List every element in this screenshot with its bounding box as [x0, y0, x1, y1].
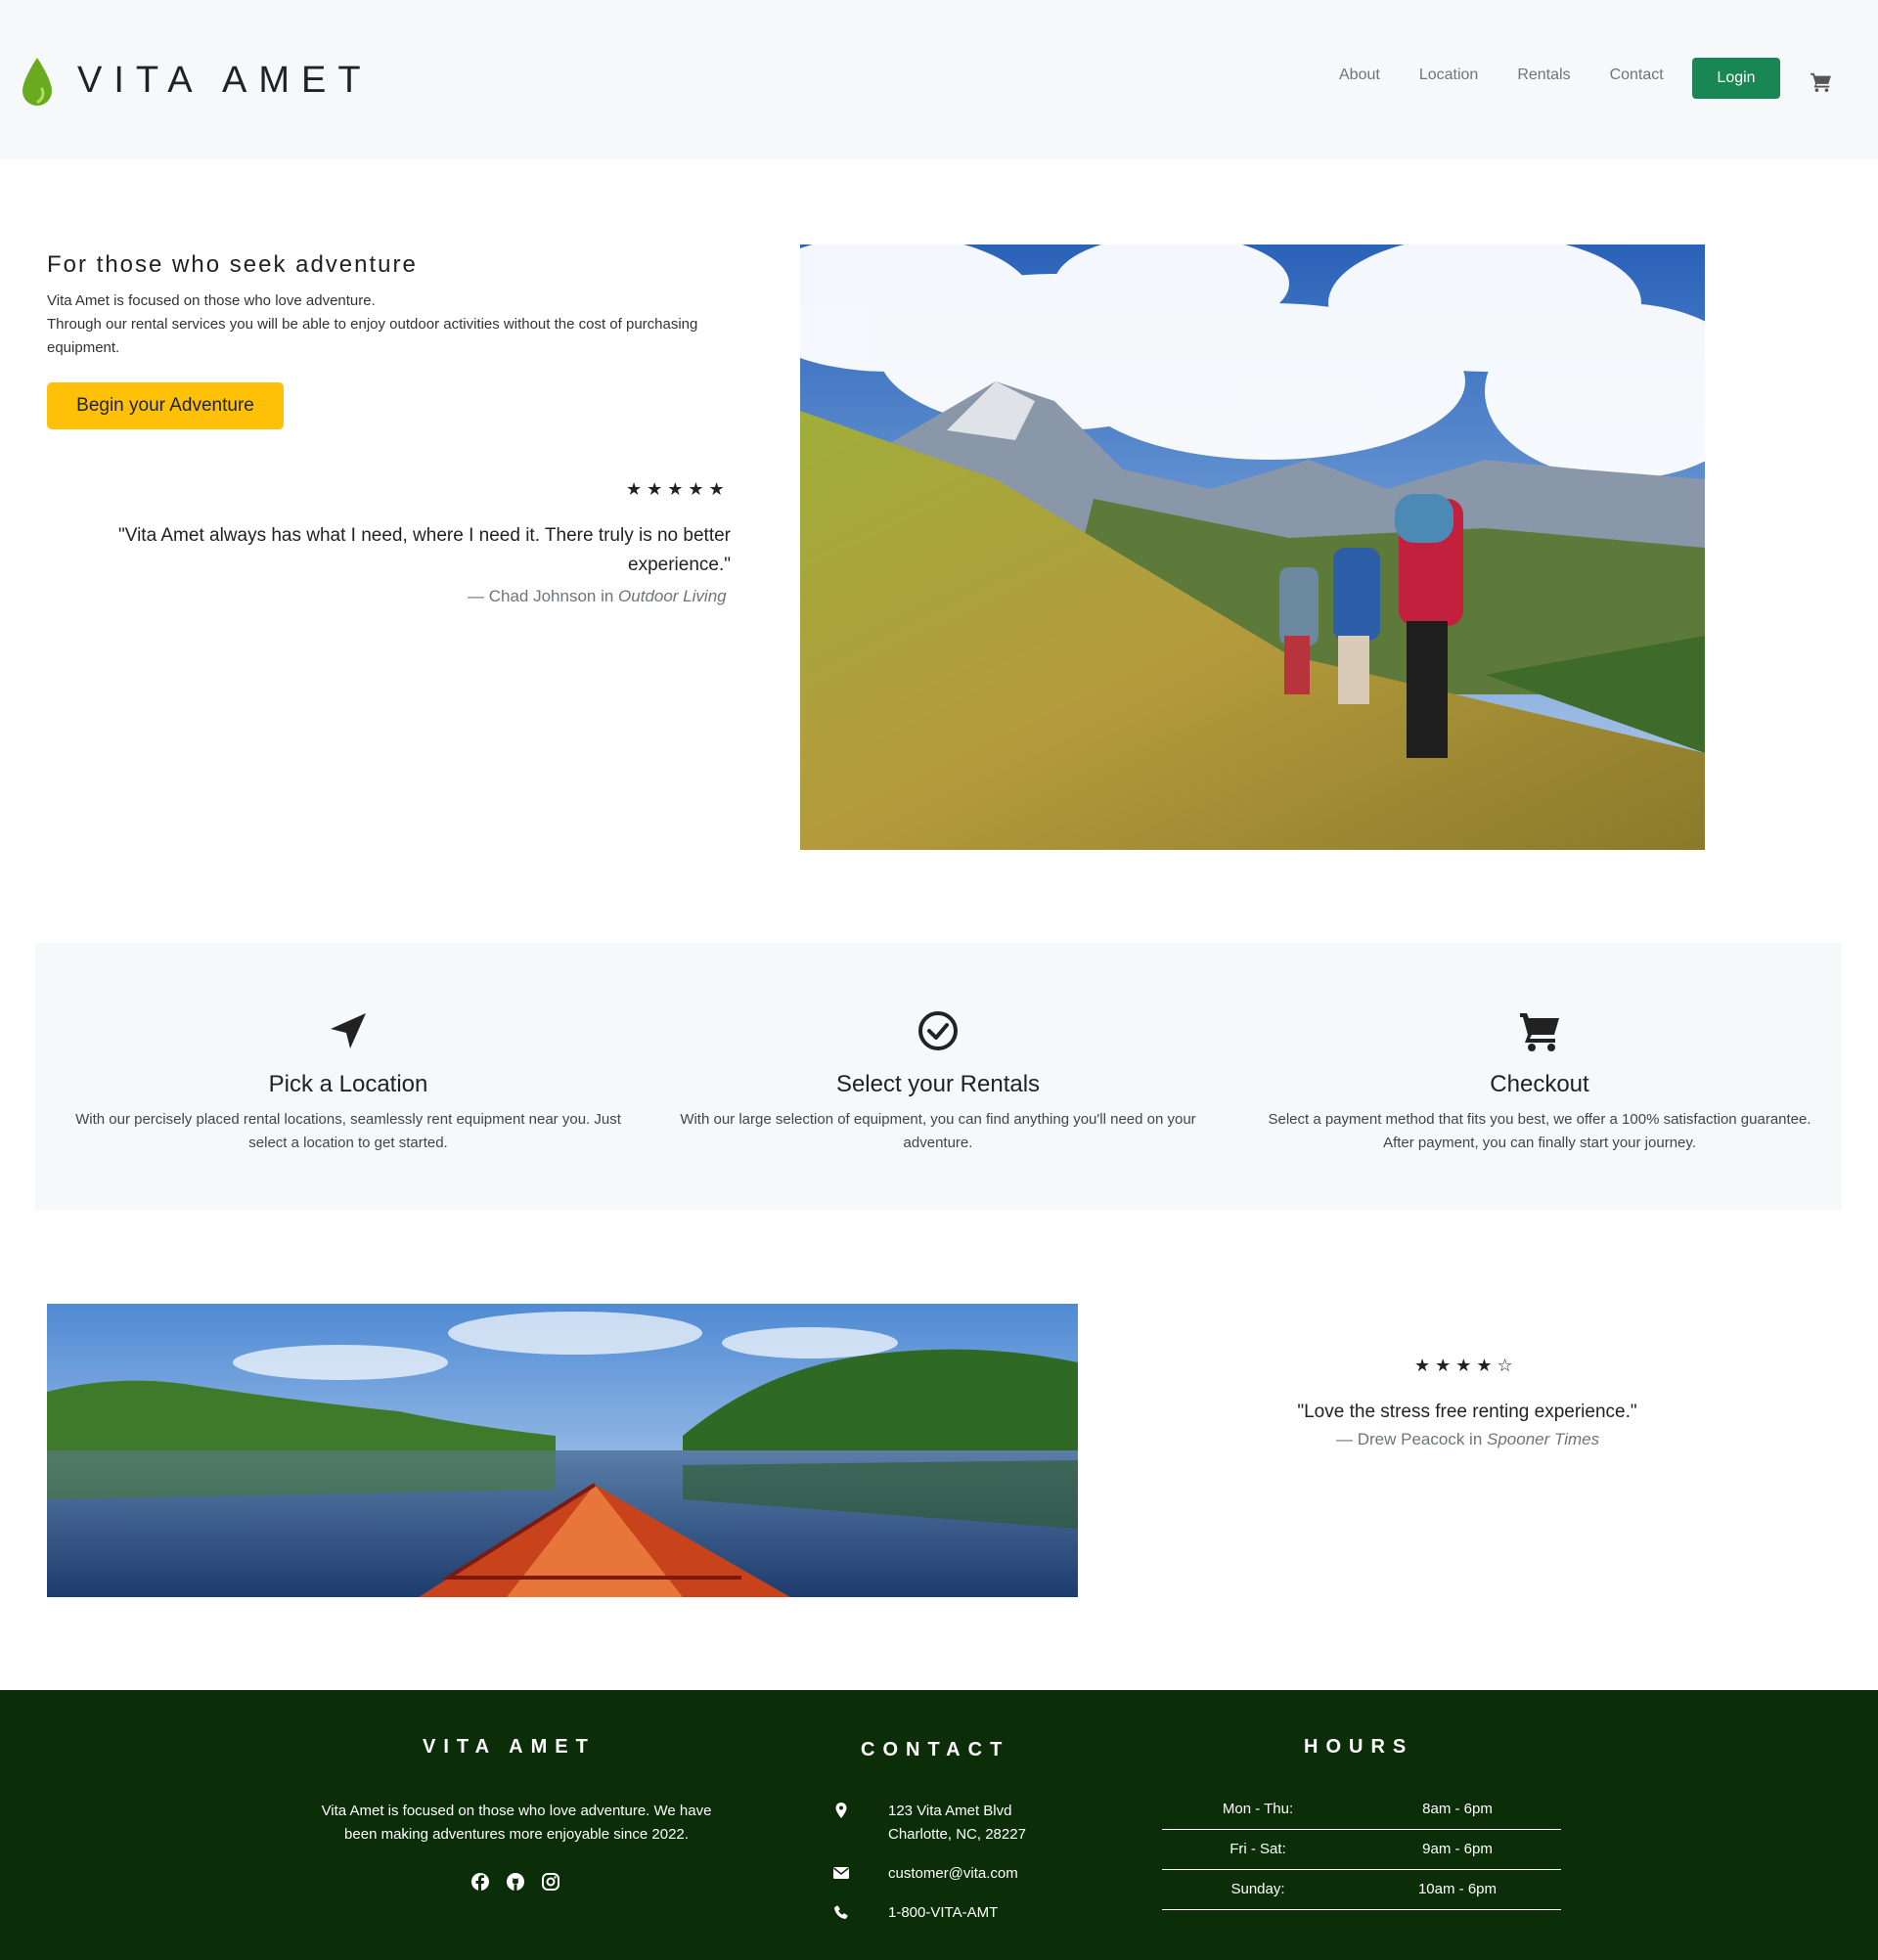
hours-day: Mon - Thu: — [1222, 1801, 1294, 1817]
map-pin-icon — [835, 1803, 847, 1818]
hero-description: Vita Amet is focused on those who love a… — [47, 290, 761, 360]
nav-link-rentals[interactable]: Rentals — [1517, 67, 1570, 84]
check-circle-icon — [918, 1011, 958, 1050]
mountain-hikers-image — [800, 245, 1705, 850]
hours-heading: HOURS — [1304, 1736, 1414, 1758]
phone-link[interactable]: 1-800-VITA-AMT — [888, 1901, 998, 1925]
contact-heading: CONTACT — [861, 1739, 1010, 1760]
testimonial-author: — Drew Peacock in — [1336, 1430, 1487, 1448]
hours-table: Mon - Thu: 8am - 6pm Fri - Sat: 9am - 6p… — [1162, 1790, 1561, 1910]
hours-row: Sunday: 10am - 6pm — [1162, 1870, 1561, 1910]
step-description: With our large selection of equipment, y… — [680, 1111, 1196, 1151]
hero-line-1: Vita Amet is focused on those who love a… — [47, 292, 376, 309]
instagram-icon[interactable] — [541, 1872, 560, 1892]
brand[interactable]: VITA AMET — [19, 56, 361, 111]
email-link[interactable]: customer@vita.com — [888, 1862, 1018, 1886]
social-links — [470, 1872, 576, 1892]
begin-adventure-button[interactable]: Begin your Adventure — [47, 382, 284, 429]
location-arrow-icon — [331, 1013, 366, 1048]
facebook-icon[interactable] — [470, 1872, 490, 1892]
steps-section: Pick a Location With our percisely place… — [35, 943, 1842, 1210]
nav-links: About Location Rentals Contact — [1339, 67, 1703, 84]
water-drop-logo-icon — [22, 58, 52, 106]
brand-name: VITA AMET — [77, 60, 373, 101]
nav-link-about[interactable]: About — [1339, 67, 1380, 84]
testimonial-source: Spooner Times — [1487, 1430, 1600, 1448]
hours-day: Sunday: — [1230, 1881, 1285, 1897]
rating-stars: ★★★★★ — [626, 479, 730, 499]
testimonial-author: — Chad Johnson in — [468, 587, 619, 605]
step-title: Pick a Location — [268, 1071, 428, 1097]
envelope-icon — [833, 1867, 849, 1879]
step-title: Checkout — [1490, 1071, 1589, 1097]
hours-row: Fri - Sat: 9am - 6pm — [1162, 1830, 1561, 1870]
hero-title: For those who seek adventure — [47, 251, 418, 278]
footer-brand: VITA AMET — [423, 1736, 596, 1758]
rating-stars: ★★★★☆ — [1414, 1356, 1518, 1375]
address-text: 123 Vita Amet Blvd Charlotte, NC, 28227 — [888, 1800, 1026, 1847]
phone-icon — [834, 1905, 848, 1919]
address-line-1: 123 Vita Amet Blvd — [888, 1803, 1012, 1819]
testimonial-quote: "Love the stress free renting experience… — [1297, 1402, 1637, 1422]
footer: VITA AMET Vita Amet is focused on those … — [0, 1690, 1878, 1960]
login-button[interactable]: Login — [1692, 58, 1780, 99]
testimonial-source: Outdoor Living — [618, 587, 727, 605]
nav-link-contact[interactable]: Contact — [1610, 67, 1664, 84]
footer-about: Vita Amet is focused on those who love a… — [321, 1803, 712, 1843]
address-line-2: Charlotte, NC, 28227 — [888, 1826, 1026, 1843]
nav-link-location[interactable]: Location — [1419, 67, 1479, 84]
hours-row: Mon - Thu: 8am - 6pm — [1162, 1790, 1561, 1830]
cart-icon — [1520, 1013, 1559, 1051]
testimonial-cite: — Drew Peacock in Spooner Times — [1336, 1430, 1599, 1449]
hero-line-2: Through our rental services you will be … — [47, 316, 698, 356]
hours-day: Fri - Sat: — [1230, 1841, 1286, 1857]
testimonial-quote: "Vita Amet always has what I need, where… — [118, 525, 731, 575]
contact-phone: 1-800-VITA-AMT — [833, 1901, 998, 1921]
github-icon[interactable] — [506, 1872, 525, 1892]
contact-address: 123 Vita Amet Blvd Charlotte, NC, 28227 — [833, 1800, 1026, 1847]
cart-icon[interactable] — [1811, 72, 1832, 92]
kayak-lake-image — [47, 1304, 1078, 1597]
step-title: Select your Rentals — [835, 1071, 1041, 1097]
step-description: Select a payment method that fits you be… — [1268, 1111, 1811, 1151]
testimonial-cite: — Chad Johnson in Outdoor Living — [468, 587, 727, 606]
step-description: With our percisely placed rental locatio… — [75, 1111, 621, 1151]
hours-time: 8am - 6pm — [1422, 1801, 1493, 1817]
hours-time: 10am - 6pm — [1417, 1881, 1498, 1897]
hours-time: 9am - 6pm — [1422, 1841, 1493, 1857]
contact-email: customer@vita.com — [833, 1862, 1018, 1882]
navbar: VITA AMET About Location Rentals Contact… — [0, 0, 1878, 159]
